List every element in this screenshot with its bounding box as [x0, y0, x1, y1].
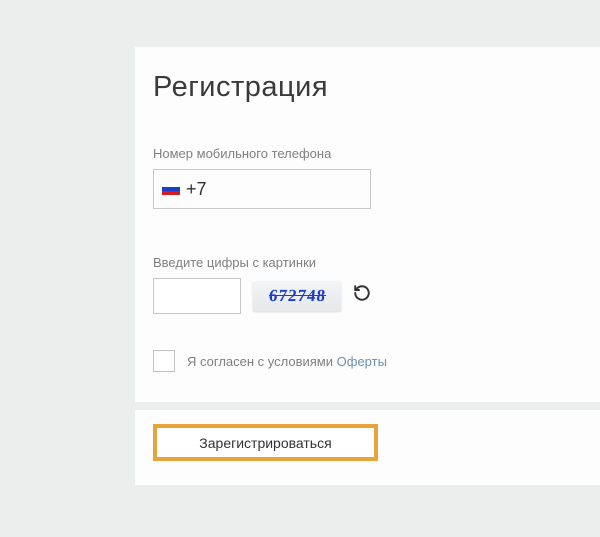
captcha-image-text: 672748: [267, 286, 326, 306]
submit-button-label: Зарегистрироваться: [199, 435, 331, 451]
registration-card: Регистрация Номер мобильного телефона +7…: [135, 47, 600, 402]
flag-ru-icon: [162, 183, 180, 195]
captcha-image: 672748: [253, 281, 341, 311]
phone-label: Номер мобильного телефона: [153, 146, 582, 161]
refresh-icon[interactable]: [353, 284, 371, 308]
captcha-label: Введите цифры с картинки: [153, 255, 582, 270]
submit-button[interactable]: Зарегистрироваться: [153, 424, 378, 461]
offer-link[interactable]: Оферты: [337, 354, 387, 369]
captcha-row: 672748: [153, 278, 582, 314]
agreement-text: Я согласен с условиями: [187, 354, 333, 369]
page-title: Регистрация: [153, 71, 582, 104]
captcha-input[interactable]: [153, 278, 241, 314]
phone-prefix: +7: [186, 179, 207, 200]
phone-field-wrapper[interactable]: +7: [153, 169, 371, 209]
phone-input[interactable]: [213, 179, 362, 200]
agreement-checkbox[interactable]: [153, 350, 175, 372]
agreement-row: Я согласен с условиями Оферты: [153, 350, 582, 372]
footer-panel: Зарегистрироваться: [135, 409, 600, 485]
